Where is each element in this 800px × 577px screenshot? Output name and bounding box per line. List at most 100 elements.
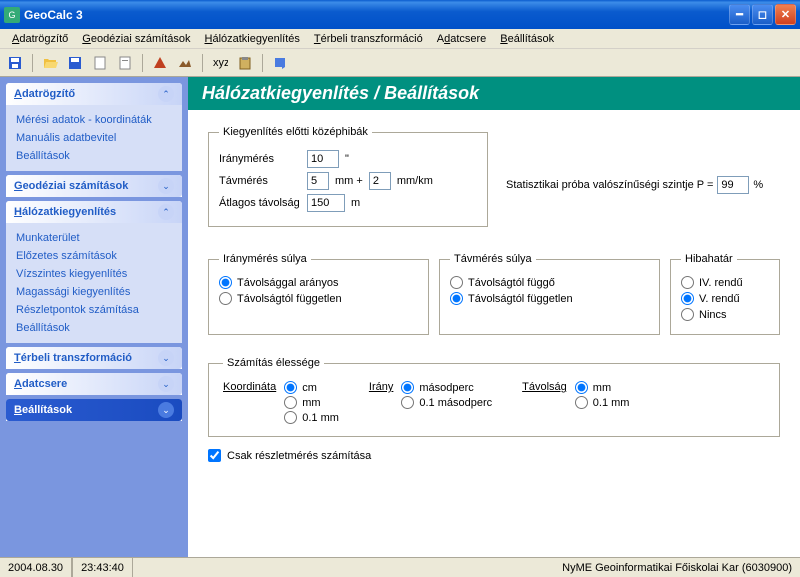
- prob-input[interactable]: [717, 176, 749, 194]
- page-title: Hálózatkiegyenlítés / Beállítások: [188, 77, 800, 110]
- menu-adatcsere[interactable]: Adatcsere: [431, 31, 493, 47]
- xyz-icon[interactable]: xyz: [209, 52, 231, 74]
- iranymeres-input[interactable]: [307, 150, 339, 168]
- panel-terbeli-header[interactable]: Térbeli transzformáció⌄: [6, 347, 182, 369]
- sidebar-item[interactable]: Mérési adatok - koordináták: [16, 111, 172, 129]
- sidebar-item[interactable]: Magassági kiegyenlítés: [16, 283, 172, 301]
- status-date: 2004.08.30: [0, 558, 72, 577]
- iranysuly-legend: Iránymérés súlya: [219, 253, 311, 265]
- menu-geodeziai[interactable]: Geodéziai számítások: [76, 31, 196, 47]
- csak-reszlet-label: Csak részletmérés számítása: [227, 450, 371, 462]
- iranysuly-opt1-label: Távolsággal arányos: [237, 277, 339, 289]
- irany-01mp-label: 0.1 másodperc: [419, 397, 492, 409]
- doc2-icon[interactable]: [114, 52, 136, 74]
- irany-label: Irány: [369, 379, 393, 426]
- tavsuly-legend: Távmérés súlya: [450, 253, 536, 265]
- tavolsag-01mm-radio[interactable]: [575, 396, 588, 409]
- status-bar: 2004.08.30 23:43:40 NyME Geoinformatikai…: [0, 557, 800, 577]
- hibahatar-group: Hibahatár IV. rendű V. rendű Nincs: [670, 253, 780, 335]
- sidebar-item[interactable]: Előzetes számítások: [16, 247, 172, 265]
- atlagos-input[interactable]: [307, 194, 345, 212]
- chevron-up-icon: ⌃: [158, 86, 174, 102]
- window-title: GeoCalc 3: [24, 8, 729, 22]
- koordinata-mm-label: mm: [302, 397, 320, 409]
- prob-unit: %: [753, 179, 763, 191]
- chevron-down-icon: ⌄: [158, 376, 174, 392]
- svg-text:xyz: xyz: [213, 57, 228, 69]
- hibahatar-opt1-label: IV. rendű: [699, 277, 743, 289]
- tavolsag-mm-radio[interactable]: [575, 381, 588, 394]
- atlagos-label: Átlagos távolság: [219, 197, 301, 209]
- iranysuly-opt2-label: Távolságtól független: [237, 293, 342, 305]
- doc1-icon[interactable]: [89, 52, 111, 74]
- koordinata-cm-radio[interactable]: [284, 381, 297, 394]
- save-icon[interactable]: [4, 52, 26, 74]
- iranysuly-opt1-radio[interactable]: [219, 276, 232, 289]
- toolbar: xyz: [0, 49, 800, 77]
- csak-reszlet-checkbox[interactable]: [208, 449, 221, 462]
- status-org: NyME Geoinformatikai Főiskolai Kar (6030…: [554, 558, 800, 577]
- tavmeres-a-input[interactable]: [307, 172, 329, 190]
- koordinata-01mm-radio[interactable]: [284, 411, 297, 424]
- help-icon[interactable]: [269, 52, 291, 74]
- app-icon: G: [4, 7, 20, 23]
- sidebar: Adatrögzítő⌃ Mérési adatok - koordináták…: [0, 77, 188, 557]
- prism-icon[interactable]: [149, 52, 171, 74]
- disk-icon[interactable]: [64, 52, 86, 74]
- iranysuly-group: Iránymérés súlya Távolsággal arányos Táv…: [208, 253, 429, 335]
- sidebar-item[interactable]: Munkaterület: [16, 229, 172, 247]
- panel-halozat-header[interactable]: Hálózatkiegyenlítés⌃: [6, 201, 182, 223]
- tavsuly-opt1-radio[interactable]: [450, 276, 463, 289]
- irany-01mp-radio[interactable]: [401, 396, 414, 409]
- maximize-button[interactable]: ◻: [752, 4, 773, 25]
- elesseg-group: Számítás élessége Koordináta cm mm 0.1 m…: [208, 357, 780, 437]
- iranymeres-label: Iránymérés: [219, 153, 301, 165]
- koordinata-cm-label: cm: [302, 382, 317, 394]
- tavmeres-b-input[interactable]: [369, 172, 391, 190]
- mm-label: mm +: [335, 175, 363, 187]
- sidebar-item[interactable]: Manuális adatbevitel: [16, 129, 172, 147]
- hibahatar-opt1-radio[interactable]: [681, 276, 694, 289]
- elesseg-legend: Számítás élessége: [223, 357, 324, 369]
- chevron-down-icon: ⌄: [158, 178, 174, 194]
- koordinata-01mm-label: 0.1 mm: [302, 412, 339, 424]
- prob-label: Statisztikai próba valószínűségi szintje…: [506, 179, 713, 191]
- tavsuly-opt2-label: Távolságtól független: [468, 293, 573, 305]
- menu-adatrogzito[interactable]: Adatrögzítő: [6, 31, 74, 47]
- open-icon[interactable]: [39, 52, 61, 74]
- chevron-down-icon: ⌄: [158, 350, 174, 366]
- panel-beallitasok-header[interactable]: Beállítások⌄: [6, 399, 182, 421]
- tavolsag-01mm-label: 0.1 mm: [593, 397, 630, 409]
- sidebar-item[interactable]: Részletpontok számítása: [16, 301, 172, 319]
- close-button[interactable]: ✕: [775, 4, 796, 25]
- koordinata-mm-radio[interactable]: [284, 396, 297, 409]
- tavolsag-mm-label: mm: [593, 382, 611, 394]
- hibahatar-opt2-radio[interactable]: [681, 292, 694, 305]
- minimize-button[interactable]: ━: [729, 4, 750, 25]
- menu-bar: Adatrögzítő Geodéziai számítások Hálózat…: [0, 29, 800, 49]
- menu-terbeli[interactable]: Térbeli transzformáció: [308, 31, 429, 47]
- koordinata-label: Koordináta: [223, 379, 276, 426]
- panel-adatcsere-header[interactable]: Adatcsere⌄: [6, 373, 182, 395]
- terrain-icon[interactable]: [174, 52, 196, 74]
- tavsuly-opt2-radio[interactable]: [450, 292, 463, 305]
- sidebar-item[interactable]: Beállítások: [16, 147, 172, 165]
- menu-beallitasok[interactable]: Beállítások: [494, 31, 560, 47]
- paste-icon[interactable]: [234, 52, 256, 74]
- content-area: Hálózatkiegyenlítés / Beállítások Kiegye…: [188, 77, 800, 557]
- iranymeres-unit: ": [345, 153, 349, 165]
- hibahatar-opt3-radio[interactable]: [681, 308, 694, 321]
- sidebar-item[interactable]: Beállítások: [16, 319, 172, 337]
- window-titlebar: G GeoCalc 3 ━ ◻ ✕: [0, 0, 800, 29]
- panel-adatrogzito-header[interactable]: Adatrögzítő⌃: [6, 83, 182, 105]
- menu-halozat[interactable]: Hálózatkiegyenlítés: [199, 31, 306, 47]
- sidebar-item[interactable]: Vízszintes kiegyenlítés: [16, 265, 172, 283]
- panel-geodeziai-header[interactable]: Geodéziai számítások⌄: [6, 175, 182, 197]
- tavsuly-group: Távmérés súlya Távolságtól függő Távolsá…: [439, 253, 660, 335]
- irany-mp-radio[interactable]: [401, 381, 414, 394]
- mmkm-label: mm/km: [397, 175, 433, 187]
- hibahatar-opt2-label: V. rendű: [699, 293, 740, 305]
- iranysuly-opt2-radio[interactable]: [219, 292, 232, 305]
- status-time: 23:43:40: [72, 558, 133, 577]
- chevron-down-icon: ⌄: [158, 402, 174, 418]
